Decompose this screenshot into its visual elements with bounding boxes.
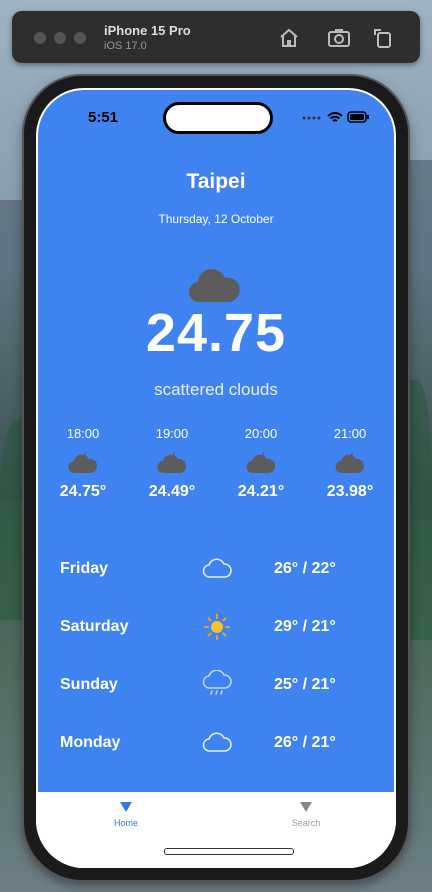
screenshot-icon[interactable] bbox=[326, 25, 352, 51]
hourly-item: 21:00 23.98° bbox=[310, 426, 390, 501]
hour-time: 20:00 bbox=[244, 426, 278, 441]
tab-home[interactable]: Home bbox=[66, 802, 186, 828]
minimize-window-button[interactable] bbox=[54, 32, 66, 44]
phone-frame: 5:51 Taipei Thursday, 12 October 24.75 s… bbox=[24, 76, 408, 880]
weather-description: scattered clouds bbox=[154, 380, 278, 399]
hourly-item: 18:00 24.75° bbox=[43, 426, 123, 501]
current-temperature: 24.75 bbox=[145, 303, 287, 363]
cloud-moon-icon bbox=[68, 451, 98, 474]
day-name: Monday bbox=[60, 734, 121, 751]
tab-search[interactable]: Search bbox=[246, 802, 366, 828]
cloud-moon-icon bbox=[335, 451, 365, 474]
home-icon[interactable] bbox=[276, 25, 302, 51]
daily-row: Saturday 29° / 21° bbox=[38, 608, 394, 648]
rotate-icon[interactable] bbox=[370, 25, 396, 51]
os-version: iOS 17.0 bbox=[104, 40, 147, 52]
home-indicator[interactable] bbox=[164, 848, 294, 855]
tab-label: Search bbox=[291, 818, 321, 828]
device-name: iPhone 15 Pro bbox=[104, 23, 191, 38]
simulator-toolbar: iPhone 15 Pro iOS 17.0 bbox=[12, 11, 420, 63]
daily-row: Friday 26° / 22° bbox=[38, 550, 394, 590]
weather-screen: 5:51 Taipei Thursday, 12 October 24.75 s… bbox=[38, 90, 394, 792]
daily-row: Sunday 25° / 21° bbox=[38, 666, 394, 706]
hour-time: 21:00 bbox=[333, 426, 367, 441]
hour-temperature: 24.21° bbox=[237, 483, 285, 500]
tab-bar: Home Search bbox=[36, 792, 396, 868]
city-name: Taipei bbox=[186, 170, 246, 193]
hour-time: 18:00 bbox=[66, 426, 100, 441]
cloud-icon bbox=[202, 558, 232, 578]
hourly-forecast: 18:00 24.75° 19:00 24.49° 20:00 24.21° 2… bbox=[38, 426, 394, 516]
cloud-moon-icon bbox=[157, 451, 187, 474]
phone-screen: 5:51 Taipei Thursday, 12 October 24.75 s… bbox=[36, 88, 396, 868]
day-name: Sunday bbox=[60, 676, 118, 693]
day-temperature: 25° / 21° bbox=[274, 676, 336, 693]
hourly-item: 19:00 24.49° bbox=[132, 426, 212, 501]
day-temperature: 29° / 21° bbox=[274, 618, 336, 635]
search-tab-icon bbox=[300, 802, 312, 812]
status-time: 5:51 bbox=[88, 109, 119, 126]
hourly-item: 20:00 24.21° bbox=[221, 426, 301, 501]
rain-cloud-icon bbox=[202, 670, 232, 695]
day-name: Friday bbox=[60, 560, 109, 577]
day-temperature: 26° / 21° bbox=[274, 734, 336, 751]
tab-label: Home bbox=[113, 818, 138, 828]
status-indicators-icon bbox=[302, 111, 369, 123]
close-window-button[interactable] bbox=[34, 32, 46, 44]
hour-temperature: 24.49° bbox=[148, 483, 196, 500]
zoom-window-button[interactable] bbox=[74, 32, 86, 44]
day-temperature: 26° / 22° bbox=[274, 560, 336, 577]
hour-temperature: 23.98° bbox=[326, 483, 374, 500]
home-tab-icon bbox=[120, 802, 132, 812]
sun-icon bbox=[204, 614, 230, 640]
cloud-icon bbox=[202, 732, 232, 752]
hour-temperature: 24.75° bbox=[59, 483, 107, 500]
dynamic-island bbox=[163, 102, 273, 134]
hour-time: 19:00 bbox=[155, 426, 189, 441]
daily-row: Monday 26° / 21° bbox=[38, 724, 394, 764]
cloud-moon-icon bbox=[246, 451, 276, 474]
day-name: Saturday bbox=[60, 618, 129, 635]
current-date: Thursday, 12 October bbox=[158, 212, 274, 226]
cloud-moon-icon bbox=[188, 262, 240, 303]
